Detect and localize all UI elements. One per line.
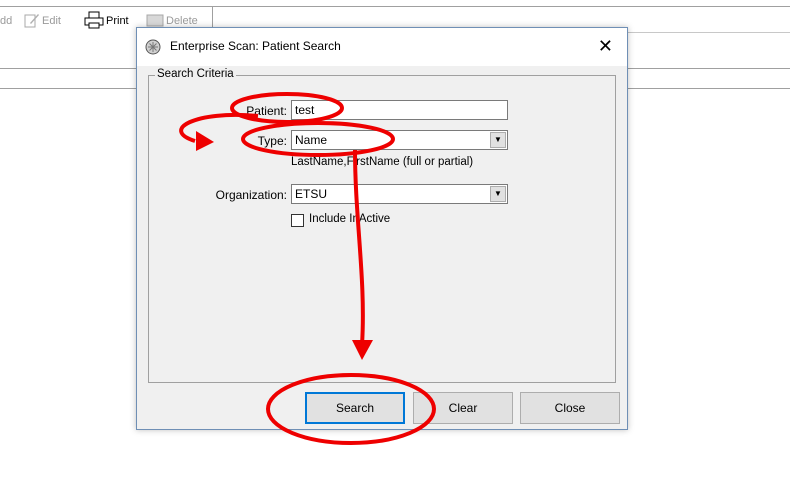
app-icon: [145, 39, 161, 55]
close-button[interactable]: Close: [520, 392, 620, 424]
dialog-titlebar[interactable]: Enterprise Scan: Patient Search ✕: [137, 28, 627, 66]
search-criteria-group: Search Criteria Patient: test Type: Name…: [148, 68, 616, 383]
dialog-title: Enterprise Scan: Patient Search: [170, 39, 341, 53]
patient-input[interactable]: test: [291, 100, 508, 120]
close-button-label: Close: [554, 401, 586, 415]
toolbar-print-button[interactable]: Print: [84, 11, 129, 32]
toolbar-delete-label: Delete: [166, 15, 198, 27]
organization-select[interactable]: ETSU ▼: [291, 184, 508, 204]
include-inactive-checkbox[interactable]: [291, 214, 304, 227]
include-inactive-label[interactable]: Include InActive: [309, 213, 390, 225]
search-criteria-legend: Search Criteria: [155, 68, 236, 80]
chevron-down-icon[interactable]: ▼: [490, 132, 506, 148]
search-button-label: Search: [335, 401, 375, 415]
toolbar-print-label: Print: [106, 15, 129, 27]
patient-search-dialog: Enterprise Scan: Patient Search ✕ Search…: [136, 27, 628, 430]
toolbar-edit-label: Edit: [42, 15, 61, 27]
type-select[interactable]: Name ▼: [291, 130, 508, 150]
organization-select-value: ETSU: [295, 187, 328, 201]
clear-button-label: Clear: [448, 401, 478, 415]
toolbar-top-border: [0, 6, 790, 7]
toolbar-add-button[interactable]: dd: [0, 12, 12, 30]
patient-input-value: test: [295, 103, 315, 117]
close-icon[interactable]: ✕: [598, 36, 613, 56]
type-label: Type:: [257, 134, 287, 148]
chevron-down-icon[interactable]: ▼: [490, 186, 506, 202]
clear-button[interactable]: Clear: [413, 392, 513, 424]
toolbar-edit-button[interactable]: Edit: [24, 12, 61, 30]
toolbar-add-label: dd: [0, 15, 13, 27]
search-button[interactable]: Search: [305, 392, 405, 424]
type-hint: LastName,FirstName (full or partial): [291, 156, 474, 168]
printer-icon: [84, 11, 104, 32]
organization-label: Organization:: [215, 188, 287, 202]
patient-label: Patient:: [246, 104, 287, 118]
type-select-value: Name: [295, 133, 328, 147]
edit-icon: [24, 12, 40, 31]
